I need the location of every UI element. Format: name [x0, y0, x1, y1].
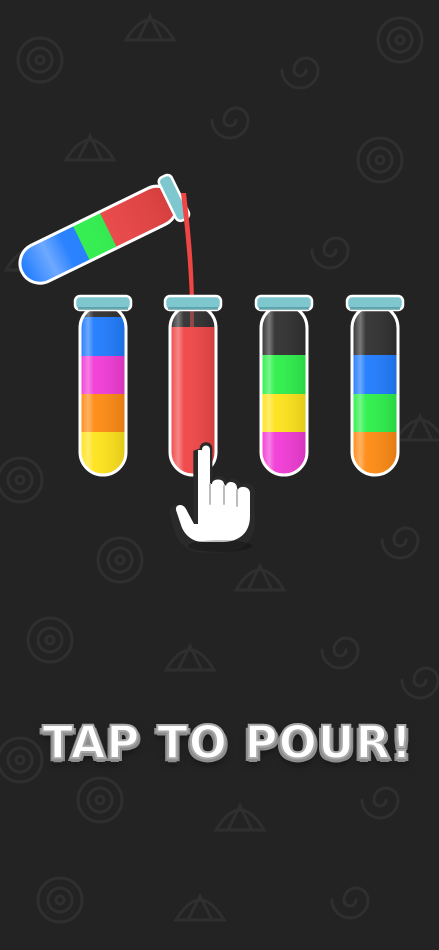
game-stage: TAP TO POUR! — [0, 0, 439, 950]
tube-4-glass — [350, 303, 400, 477]
tap-to-pour-text: TAP TO POUR! — [41, 715, 413, 770]
tube-1[interactable] — [73, 294, 133, 477]
tube-3[interactable] — [254, 294, 314, 477]
pouring-tube-glass — [18, 184, 179, 285]
tube-3-glass — [259, 303, 309, 477]
game-board — [11, 173, 405, 553]
tube-4[interactable] — [345, 294, 405, 477]
tube-2[interactable] — [163, 294, 223, 477]
pouring-tube[interactable] — [11, 173, 191, 293]
tube-1-glass — [78, 303, 128, 477]
